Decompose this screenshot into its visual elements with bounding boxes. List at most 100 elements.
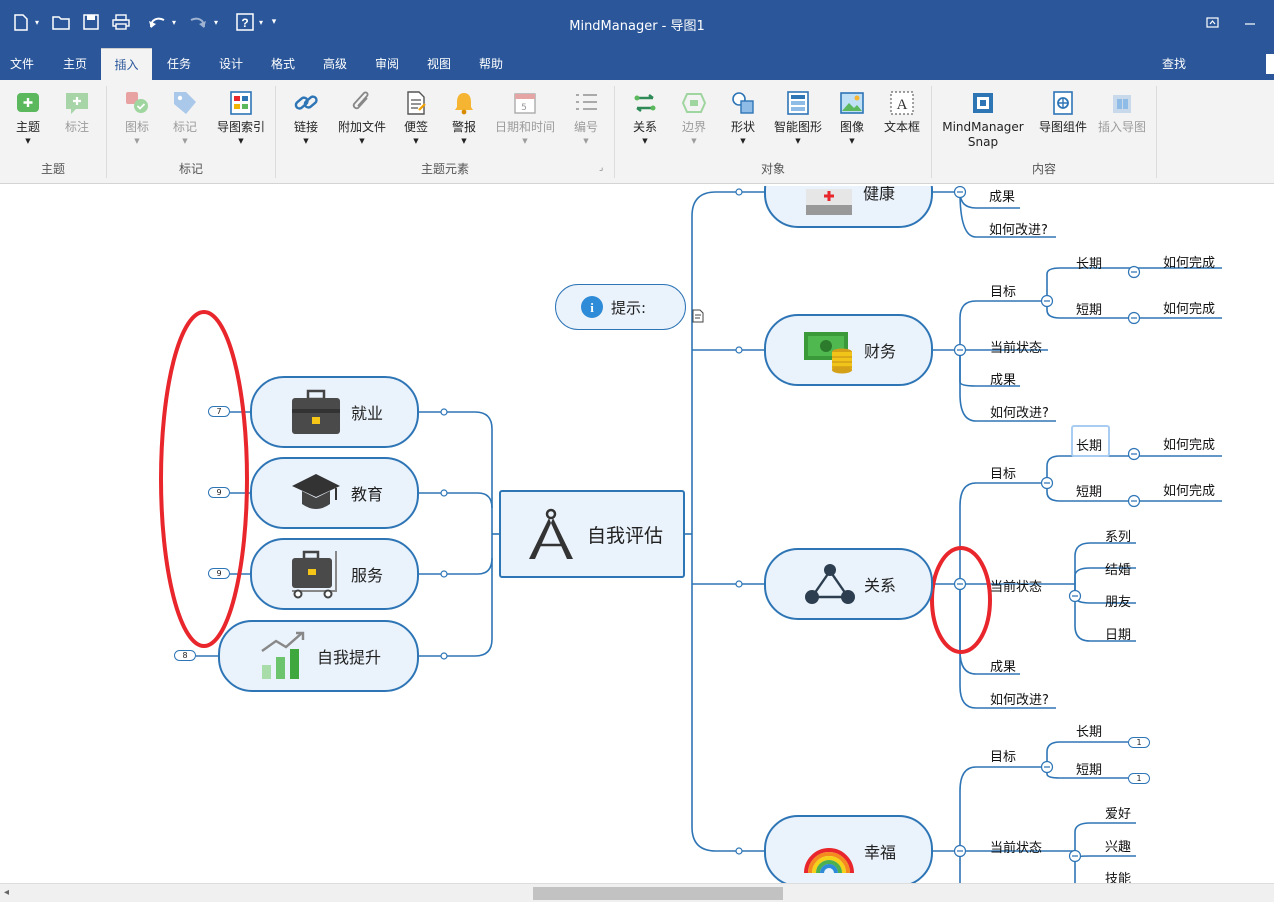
subtopic-improve[interactable]: 如何改进? (990, 689, 1049, 708)
tab-home[interactable]: 主页 (50, 48, 100, 80)
horizontal-scrollbar[interactable]: ◂ (0, 883, 1274, 902)
topic-finance[interactable]: 财务 (764, 314, 933, 386)
image-button[interactable]: 图像 ▼ (832, 90, 872, 145)
tab-advanced[interactable]: 高级 (310, 48, 360, 80)
topic-self-improvement[interactable]: 自我提升 (218, 620, 419, 692)
attach-file-button-label: 附加文件 (337, 120, 386, 134)
subtopic-goal[interactable]: 目标 (990, 281, 1016, 300)
boundary-button[interactable]: 边界 ▼ (674, 90, 714, 145)
subtopic-how-to-complete[interactable]: 如何完成 (1163, 480, 1215, 499)
search-button[interactable]: 查找 (1148, 48, 1200, 80)
tab-insert[interactable]: 插入 (101, 48, 152, 80)
subtopic-current-status[interactable]: 当前状态 (990, 576, 1042, 595)
central-topic[interactable]: 自我评估 (499, 490, 685, 578)
subtopic-short-term[interactable]: 短期 (1076, 299, 1102, 318)
relation-button[interactable]: 关系 ▼ (624, 90, 666, 145)
subtopic-short-term[interactable]: 短期 (1076, 481, 1102, 500)
note-button[interactable]: 便签 ▼ (396, 90, 436, 145)
tab-task[interactable]: 任务 (153, 48, 205, 80)
subtopic-how-to-complete[interactable]: 如何完成 (1163, 298, 1215, 317)
subtopic-long-term[interactable]: 长期 (1076, 253, 1102, 272)
subtopic-short-term[interactable]: 短期 (1076, 759, 1102, 778)
mindmanager-snap-button[interactable]: MindManager Snap (938, 90, 1028, 150)
smart-shape-button[interactable]: 智能图形 ▼ (770, 90, 826, 145)
collapsed-count-badge[interactable]: 1 (1128, 737, 1150, 748)
group-divider (1156, 86, 1157, 178)
icon-button[interactable]: 图标 ▼ (116, 90, 158, 145)
minimize-icon[interactable] (1240, 10, 1260, 34)
subtopic-improve[interactable]: 如何改进? (990, 402, 1049, 421)
shape-button[interactable]: 形状 ▼ (722, 90, 764, 145)
search-box-edge[interactable] (1266, 54, 1274, 74)
subtopic-result[interactable]: 成果 (990, 369, 1016, 388)
subtopic-improve[interactable]: 如何改进? (989, 219, 1048, 238)
link-button[interactable]: 链接 ▼ (284, 90, 328, 145)
topic-button[interactable]: 主题 ▼ (6, 90, 50, 145)
subtopic-current-status[interactable]: 当前状态 (990, 337, 1042, 356)
tab-help[interactable]: 帮助 (465, 48, 517, 80)
topic-health[interactable]: 健康 (764, 186, 933, 228)
snap-button-label-line2: Snap (967, 135, 999, 149)
dialog-launcher-icon[interactable]: ⌟ (599, 163, 603, 173)
collapsed-count-badge[interactable]: 9 (208, 568, 230, 579)
map-canvas[interactable]: 自我评估 i 提示: 就业 7 教育 9 服务 9 自我提升 8 健康 财务 关… (0, 186, 1274, 883)
topic-employment[interactable]: 就业 (250, 376, 419, 448)
collapsed-count-badge[interactable]: 1 (1128, 773, 1150, 784)
subtopic-hobby[interactable]: 爱好 (1105, 803, 1131, 822)
subtopic-marriage[interactable]: 结婚 (1105, 559, 1131, 578)
topic-relation[interactable]: 关系 (764, 548, 933, 620)
insert-map-button[interactable]: 插入导图 (1096, 90, 1148, 135)
subtopic-long-term[interactable]: 长期 (1076, 721, 1102, 740)
subtopic-interest[interactable]: 兴趣 (1105, 836, 1131, 855)
numbering-button[interactable]: 编号 ▼ (566, 90, 606, 145)
topic-happiness[interactable]: 幸福 (764, 815, 933, 883)
tag-button[interactable]: 标记 ▼ (164, 90, 206, 145)
tab-design[interactable]: 设计 (206, 48, 256, 80)
subtopic-how-to-complete[interactable]: 如何完成 (1163, 252, 1215, 271)
subtopic-long-term[interactable]: 长期 (1076, 435, 1102, 454)
subtopic-skill[interactable]: 技能 (1105, 868, 1131, 883)
tag-button-label: 标记 (172, 120, 197, 134)
tab-review[interactable]: 审阅 (361, 48, 413, 80)
insert-map-icon (1113, 95, 1131, 113)
map-index-button[interactable]: 导图索引 ▼ (214, 90, 268, 145)
alarm-button[interactable]: 警报 ▼ (444, 90, 484, 145)
map-part-button[interactable]: 导图组件 (1032, 90, 1094, 135)
subtopic-goal[interactable]: 目标 (990, 746, 1016, 765)
collapsed-count-badge[interactable]: 8 (174, 650, 196, 661)
tab-format[interactable]: 格式 (257, 48, 309, 80)
topic-service[interactable]: 服务 (250, 538, 419, 610)
callout-button-label: 标注 (64, 120, 89, 134)
tab-view[interactable]: 视图 (414, 48, 464, 80)
subtopic-result[interactable]: 成果 (989, 186, 1015, 205)
hint-topic[interactable]: i 提示: (555, 284, 686, 330)
map-index-button-label: 导图索引 (216, 120, 265, 134)
callout-button[interactable]: 标注 (56, 90, 98, 135)
scroll-left-arrow-icon[interactable]: ◂ (4, 887, 9, 898)
add-topic-icon (17, 93, 39, 112)
collapsed-count-badge[interactable]: 9 (208, 487, 230, 498)
subtopic-current-status[interactable]: 当前状态 (990, 837, 1042, 856)
topic-self-improvement-label: 自我提升 (317, 648, 382, 667)
link-icon (294, 95, 318, 110)
window-title: MindManager - 导图1 (569, 19, 705, 34)
chevron-down-icon: ▼ (25, 137, 31, 145)
subtopic-friends[interactable]: 朋友 (1105, 591, 1131, 610)
network-icon (805, 564, 855, 604)
topic-education[interactable]: 教育 (250, 457, 419, 529)
attach-file-button[interactable]: 附加文件 ▼ (334, 90, 390, 145)
scrollbar-thumb[interactable] (533, 887, 783, 900)
collapsed-count-badge[interactable]: 7 (208, 406, 230, 417)
textbox-button[interactable]: A 文本框 (880, 90, 924, 135)
restore-ribbon-icon[interactable] (1202, 10, 1222, 34)
chevron-down-icon: ▼ (740, 137, 746, 145)
subtopic-how-to-complete[interactable]: 如何完成 (1163, 434, 1215, 453)
datetime-button[interactable]: 5 日期和时间 ▼ (492, 90, 558, 145)
tab-file[interactable]: 文件 (0, 48, 44, 80)
subtopic-series[interactable]: 系列 (1105, 526, 1131, 545)
subtopic-goal[interactable]: 目标 (990, 463, 1016, 482)
subtopic-date[interactable]: 日期 (1105, 624, 1131, 643)
subtopic-result[interactable]: 成果 (990, 656, 1016, 675)
note-indicator-icon[interactable] (691, 309, 705, 323)
chevron-down-icon: ▼ (413, 137, 419, 145)
